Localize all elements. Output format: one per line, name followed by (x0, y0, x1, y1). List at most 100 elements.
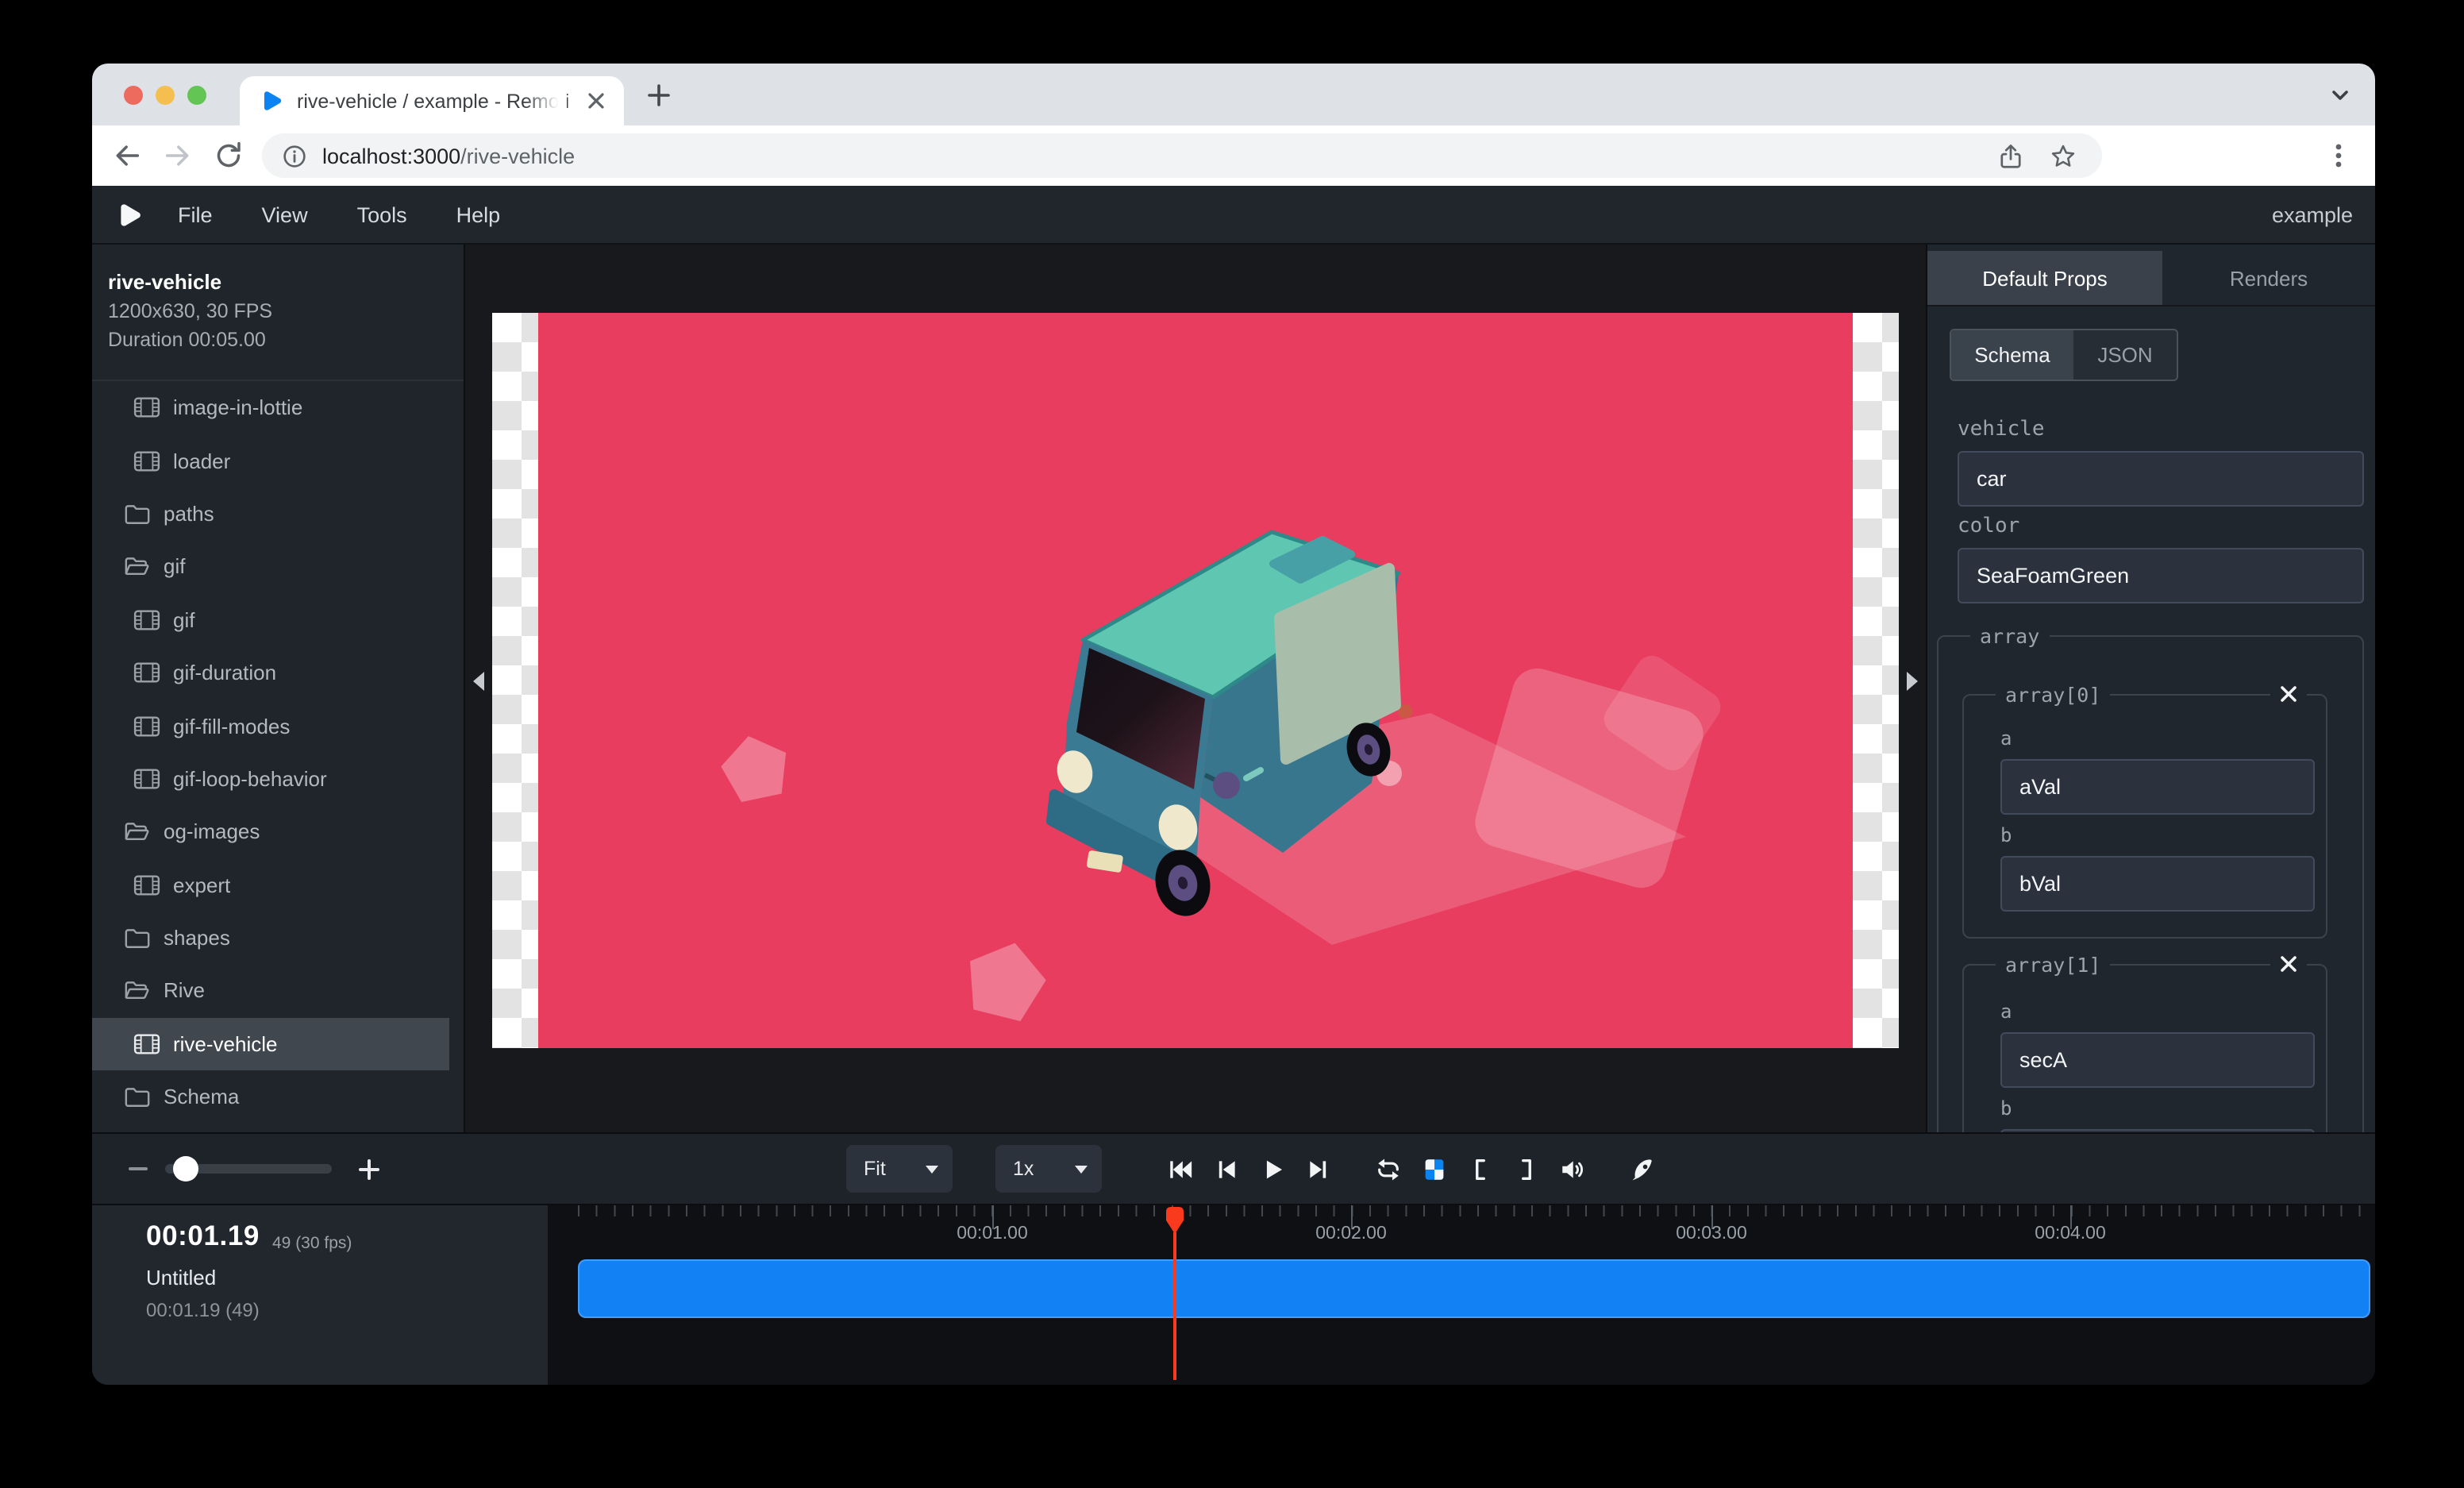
timeline-info-panel: 00:01.19 49 (30 fps) Untitled 00:01.19 (… (92, 1205, 548, 1385)
sidebar-item-loader[interactable]: loader (92, 434, 464, 488)
fullscreen-window-button[interactable] (187, 86, 206, 105)
sidebar-item-expert[interactable]: expert (92, 858, 464, 912)
remove-array-item-0-icon[interactable] (2270, 681, 2307, 707)
array0-b-input[interactable] (2000, 856, 2315, 912)
speed-dropdown[interactable]: 1x (995, 1145, 1102, 1193)
browser-menu-icon[interactable] (2324, 141, 2353, 170)
film-icon (133, 767, 160, 791)
sidebar-item-gif-duration[interactable]: gif-duration (92, 646, 464, 700)
sidebar-item-rive-vehicle[interactable]: rive-vehicle (92, 1017, 449, 1070)
previous-frame-button[interactable] (1213, 1155, 1240, 1182)
composition-label: gif-duration (173, 661, 276, 684)
sidebar-item-gif-fill-modes[interactable]: gif-fill-modes (92, 700, 464, 753)
array0-a-input[interactable] (2000, 759, 2315, 815)
share-icon[interactable] (1997, 142, 2024, 169)
array1-a-label: a (2000, 1000, 2012, 1023)
back-button[interactable] (111, 140, 143, 172)
project-resolution: 1200x630, 30 FPS (108, 297, 448, 326)
tab-close-icon[interactable] (584, 89, 608, 113)
toggle-json[interactable]: JSON (2073, 330, 2177, 380)
zoom-out-icon[interactable] (127, 1158, 149, 1180)
project-info: rive-vehicle 1200x630, 30 FPS Duration 0… (92, 245, 464, 354)
composition-label: gif-loop-behavior (173, 767, 327, 791)
browser-toolbar: localhost:3000/rive-vehicle (92, 125, 2375, 186)
timeline-track-bar[interactable] (578, 1259, 2370, 1318)
vehicle-input[interactable] (1958, 451, 2364, 507)
fit-dropdown-value: Fit (864, 1158, 886, 1180)
sidebar-item-paths[interactable]: paths (92, 488, 464, 541)
bookmark-star-icon[interactable] (2050, 142, 2077, 169)
film-icon (133, 1032, 160, 1056)
van-mirror (1213, 772, 1240, 799)
composition-label: og-images (164, 820, 260, 844)
playhead-line (1174, 1232, 1176, 1380)
play-button[interactable] (1259, 1155, 1286, 1182)
forward-button[interactable] (162, 140, 194, 172)
toggle-schema[interactable]: Schema (1951, 330, 2073, 380)
sidebar-item-og-images[interactable]: og-images (92, 805, 464, 858)
color-input[interactable] (1958, 548, 2364, 603)
sidebar-item-gif[interactable]: gif (92, 593, 464, 646)
sidebar-item-image-in-lottie[interactable]: image-in-lottie (92, 381, 464, 434)
array1-b-label: b (2000, 1097, 2012, 1120)
tab-renders[interactable]: Renders (2162, 251, 2375, 305)
out-point-bracket-button[interactable] (1513, 1155, 1540, 1182)
site-info-icon[interactable] (283, 144, 306, 168)
reload-button[interactable] (213, 140, 244, 172)
volume-button[interactable] (1559, 1155, 1586, 1182)
film-icon (133, 714, 160, 738)
tab-overflow-chevron-icon[interactable] (2329, 84, 2351, 106)
zoom-slider-knob[interactable] (173, 1156, 198, 1182)
tab-default-props[interactable]: Default Props (1927, 251, 2162, 305)
sidebar-item-Schema[interactable]: Schema (92, 1070, 464, 1124)
close-window-button[interactable] (124, 86, 143, 105)
track-name[interactable]: Untitled (146, 1266, 216, 1289)
array1-a-input[interactable] (2000, 1032, 2315, 1088)
composition-label: shapes (164, 926, 230, 950)
next-frame-button[interactable] (1305, 1155, 1332, 1182)
screenshot-root: rive-vehicle / example - Remoti (0, 0, 2464, 1488)
sidebar-item-shapes[interactable]: shapes (92, 912, 464, 965)
composition-label: paths (164, 502, 214, 526)
menu-view[interactable]: View (262, 202, 308, 226)
transparency-checker-right (1853, 313, 1899, 1048)
transparency-checkerboard-toggle[interactable] (1421, 1155, 1448, 1182)
url-text[interactable]: localhost:3000/rive-vehicle (322, 144, 1997, 168)
current-frame-display: 49 (30 fps) (272, 1234, 352, 1253)
timeline-ruler[interactable] (578, 1205, 2375, 1216)
folder-icon (124, 926, 151, 950)
menu-file[interactable]: File (178, 202, 213, 226)
address-bar[interactable]: localhost:3000/rive-vehicle (262, 133, 2102, 178)
playhead-marker[interactable] (1164, 1205, 1186, 1236)
decor-pentagon-left (716, 729, 794, 804)
in-point-bracket-button[interactable] (1467, 1155, 1494, 1182)
composition-label: image-in-lottie (173, 395, 302, 419)
zoom-in-icon[interactable] (357, 1157, 381, 1181)
remotion-logo-icon (119, 202, 141, 226)
film-icon (133, 395, 160, 419)
array-legend: array (1970, 624, 2049, 648)
sidebar-item-Rive[interactable]: Rive (92, 965, 464, 1018)
remove-array-item-1-icon[interactable] (2270, 951, 2307, 977)
browser-tab[interactable]: rive-vehicle / example - Remoti (240, 76, 624, 125)
collapse-panel-arrow[interactable] (1907, 672, 1918, 691)
loop-toggle[interactable] (1375, 1155, 1402, 1182)
render-rocket-button[interactable] (1629, 1155, 1656, 1182)
menu-help[interactable]: Help (456, 202, 501, 226)
minimize-window-button[interactable] (156, 86, 175, 105)
composition-label: gif (164, 555, 185, 579)
preview-canvas (465, 245, 1926, 1132)
array0-a-label: a (2000, 727, 2012, 750)
new-tab-button[interactable] (646, 83, 672, 108)
menu-tools[interactable]: Tools (357, 202, 407, 226)
vehicle-label: vehicle (1958, 418, 2045, 441)
zoom-slider[interactable] (165, 1164, 332, 1174)
collapse-sidebar-arrow[interactable] (473, 672, 484, 691)
sidebar-item-gif[interactable]: gif (92, 540, 464, 593)
folder-icon (124, 502, 151, 526)
fit-dropdown[interactable]: Fit (846, 1145, 953, 1193)
skip-to-start-button[interactable] (1167, 1155, 1194, 1182)
composition-label: expert (173, 873, 230, 896)
schema-json-toggle: Schema JSON (1950, 329, 2178, 381)
sidebar-item-gif-loop-behavior[interactable]: gif-loop-behavior (92, 752, 464, 805)
